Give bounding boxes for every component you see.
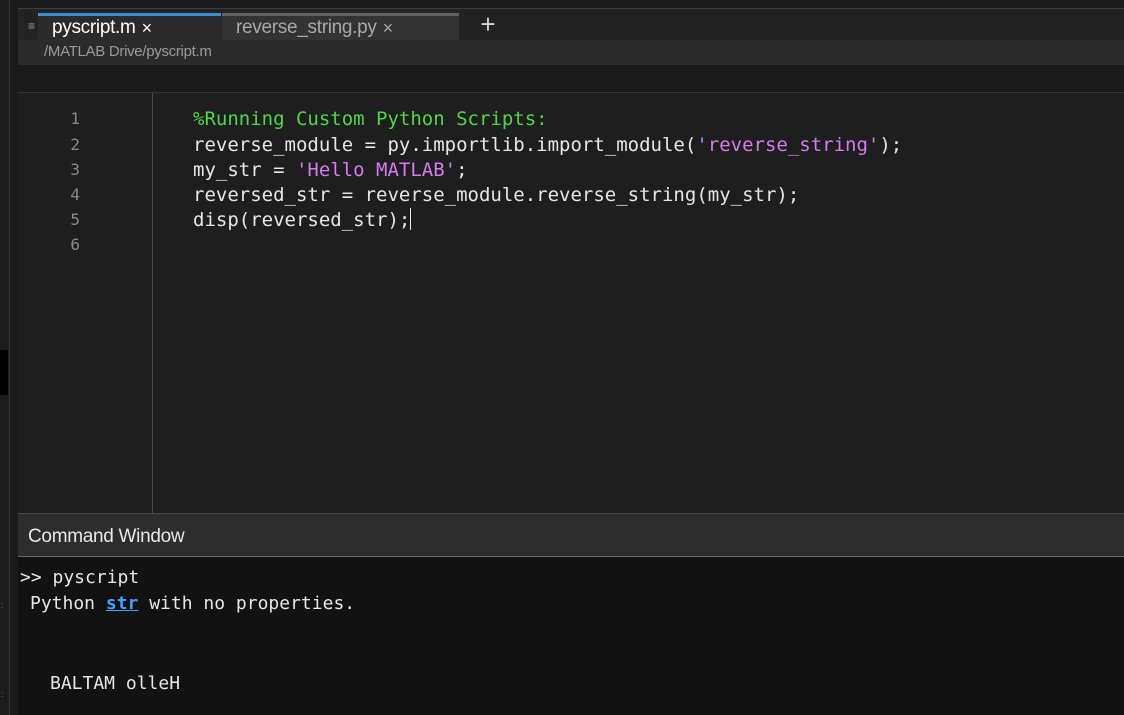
- tab-row: ≡ pyscript.m × reverse_string.py × +: [18, 9, 1124, 40]
- str-doc-link[interactable]: str: [106, 593, 139, 614]
- command-result-line: BALTAM olleH: [50, 673, 181, 694]
- code-line-2[interactable]: reverse_module = py.importlib.import_mod…: [193, 133, 902, 157]
- line-number: 4: [70, 185, 80, 204]
- tab-menu-icon[interactable]: ≡: [28, 20, 36, 32]
- command-output-line: Python str with no properties.: [30, 593, 355, 615]
- code-line-3[interactable]: my_str = 'Hello MATLAB';: [193, 158, 468, 182]
- line-number: 3: [70, 160, 80, 179]
- code-text: disp(reversed_str);: [193, 209, 411, 231]
- collapsed-panel-icon[interactable]: :: [1, 602, 7, 610]
- close-tab-icon[interactable]: ×: [142, 18, 153, 39]
- code-comment: %Running Custom Python Scripts:: [193, 108, 548, 130]
- output-text: Python: [30, 593, 106, 614]
- code-text: my_str =: [193, 159, 296, 181]
- line-number-gutter: 1 2 3 4 5 6: [18, 93, 153, 513]
- code-line-1[interactable]: %Running Custom Python Scripts:: [193, 107, 548, 131]
- command-window-title: Command Window: [28, 526, 185, 547]
- command-prompt-line: >> pyscript: [20, 567, 140, 588]
- code-string: 'Hello MATLAB': [295, 159, 457, 181]
- code-line-5[interactable]: disp(reversed_str);: [193, 208, 412, 232]
- collapsed-panel-icon[interactable]: :: [1, 691, 7, 699]
- line-number: 6: [70, 235, 80, 254]
- code-editor[interactable]: 1 2 3 4 5 6 %Running Custom Python Scrip…: [18, 92, 1124, 513]
- file-path-breadcrumb: /MATLAB Drive/pyscript.m: [44, 43, 212, 60]
- text-cursor: [410, 208, 412, 230]
- panel-splitter-handle[interactable]: [0, 350, 8, 395]
- close-tab-icon[interactable]: ×: [383, 18, 394, 39]
- line-number: 2: [70, 135, 80, 154]
- line-number: 1: [70, 109, 80, 128]
- matlab-online-window: : : ≡ pyscript.m × reverse_string.py × +…: [0, 0, 1124, 715]
- code-string: 'reverse_string': [696, 134, 880, 156]
- code-text: ;: [456, 159, 468, 181]
- command-window-output[interactable]: >> pyscript Python str with no propertie…: [18, 557, 1124, 715]
- new-tab-button[interactable]: +: [476, 11, 500, 37]
- tab-label: reverse_string.py: [236, 17, 377, 38]
- code-text: reversed_str = reverse_module.reverse_st…: [193, 184, 800, 206]
- tab-label: pyscript.m: [52, 17, 136, 38]
- command-window-header: Command Window: [18, 513, 1124, 557]
- editor-tab-bar: ≡ pyscript.m × reverse_string.py × + /MA…: [18, 8, 1124, 65]
- output-text: with no properties.: [138, 593, 356, 614]
- line-number: 5: [70, 210, 80, 229]
- code-text: );: [879, 134, 903, 156]
- left-panel-edge: : :: [0, 0, 10, 715]
- code-text: reverse_module = py.importlib.import_mod…: [193, 134, 697, 156]
- tab-pyscript-m[interactable]: pyscript.m ×: [38, 13, 221, 40]
- tab-reverse-string-py[interactable]: reverse_string.py ×: [222, 13, 459, 40]
- code-line-4[interactable]: reversed_str = reverse_module.reverse_st…: [193, 183, 799, 207]
